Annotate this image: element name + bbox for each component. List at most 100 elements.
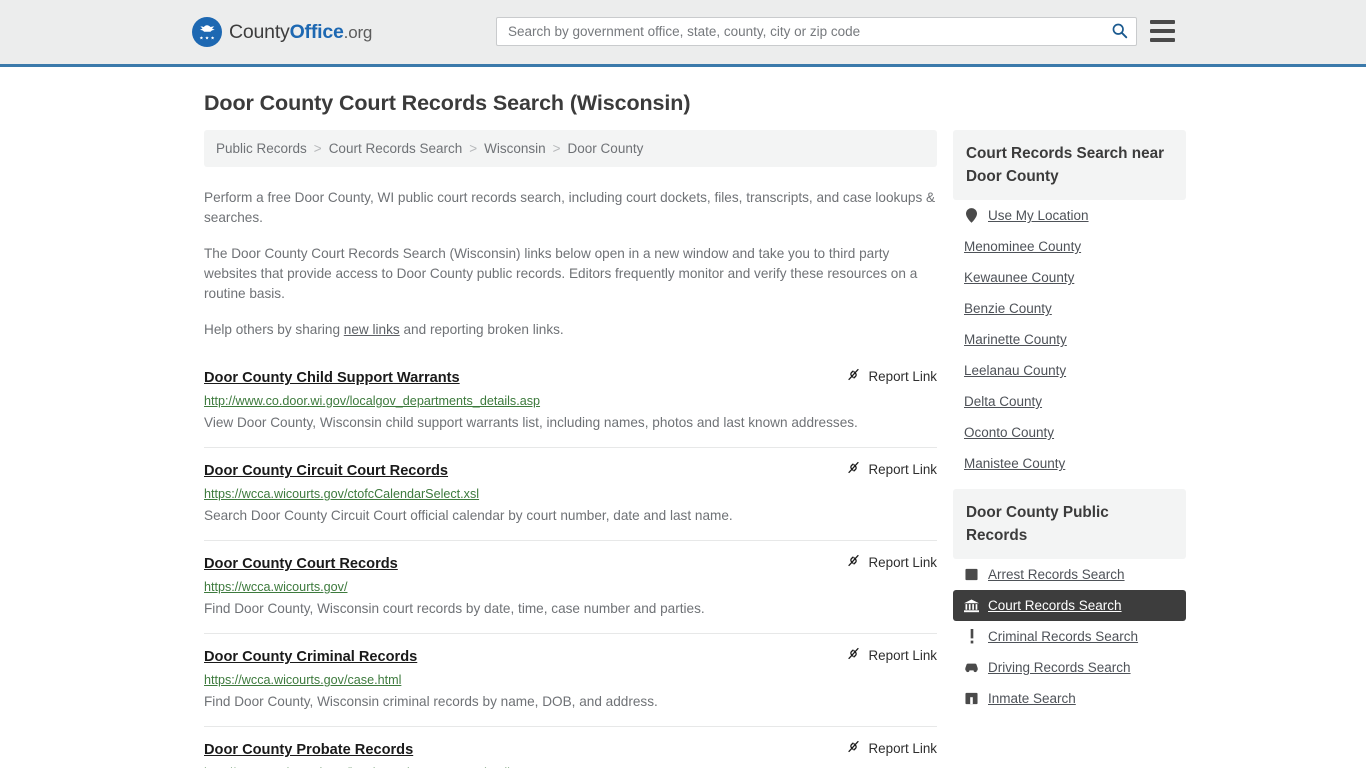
- new-links-link[interactable]: new links: [344, 322, 400, 337]
- result-header: Door County Criminal Records Report Link: [204, 646, 937, 666]
- brand-part-org: .org: [343, 22, 373, 42]
- result-url[interactable]: https://wcca.wicourts.gov/ctofcCalendarS…: [204, 487, 937, 501]
- sidebar-public-records-heading: Door County Public Records: [953, 489, 1186, 559]
- result-title-link[interactable]: Door County Criminal Records: [204, 649, 417, 665]
- sidebar-item-label: Driving Records Search: [988, 660, 1131, 675]
- sidebar-item-leelanau-county[interactable]: Leelanau County: [953, 355, 1186, 386]
- sidebar: Court Records Search near Door County Us…: [953, 130, 1186, 724]
- broken-link-icon: [846, 739, 861, 757]
- sidebar-item-label: Criminal Records Search: [988, 629, 1139, 644]
- broken-link-icon: [846, 460, 861, 478]
- sidebar-item-label: Oconto County: [964, 425, 1055, 440]
- sidebar-item-label: Menominee County: [964, 239, 1082, 254]
- sidebar-item-label: Kewaunee County: [964, 270, 1075, 285]
- result-title-link[interactable]: Door County Probate Records: [204, 742, 413, 758]
- sidebar-item-label: Leelanau County: [964, 363, 1067, 378]
- eagle-stars-logo-icon: [192, 17, 222, 47]
- sidebar-item-label: Marinette County: [964, 332, 1067, 347]
- sidebar-item-label: Arrest Records Search: [988, 567, 1125, 582]
- sidebar-item-label: Benzie County: [964, 301, 1052, 316]
- sidebar-item-use-my-location[interactable]: Use My Location: [953, 200, 1186, 231]
- report-link-button[interactable]: Report Link: [846, 739, 937, 757]
- sidebar-item-marinette-county[interactable]: Marinette County: [953, 324, 1186, 355]
- result-row: Door County Criminal Records Report Link…: [204, 633, 937, 726]
- intro-paragraph-2: The Door County Court Records Search (Wi…: [204, 246, 918, 301]
- sidebar-nearby-box: Court Records Search near Door County Us…: [953, 130, 1186, 479]
- hamburger-bar: [1150, 20, 1175, 24]
- result-url[interactable]: https://wcca.wicourts.gov/case.html: [204, 673, 937, 687]
- report-link-label: Report Link: [868, 740, 937, 756]
- sidebar-item-label: Delta County: [964, 394, 1043, 409]
- broken-link-icon: [846, 553, 861, 571]
- result-url[interactable]: https://wcca.wicourts.gov/: [204, 580, 937, 594]
- intro-text-after: and reporting broken links.: [399, 322, 564, 337]
- brand-part-county: County: [229, 20, 290, 43]
- report-link-button[interactable]: Report Link: [846, 553, 937, 571]
- report-link-label: Report Link: [868, 554, 937, 570]
- report-link-label: Report Link: [868, 461, 937, 477]
- report-link-button[interactable]: Report Link: [846, 460, 937, 478]
- site-logo-text: CountyOffice.org: [229, 21, 372, 44]
- sidebar-item-kewaunee-county[interactable]: Kewaunee County: [953, 262, 1186, 293]
- sidebar-public-records-box: Door County Public Records Arrest Record…: [953, 489, 1186, 714]
- result-row: Door County Court Records Report Link ht…: [204, 540, 937, 633]
- breadcrumb-item-door-county[interactable]: Door County: [568, 141, 644, 156]
- breadcrumb-separator: >: [552, 141, 561, 156]
- result-description: View Door County, Wisconsin child suppor…: [204, 415, 858, 430]
- site-header: CountyOffice.org: [0, 0, 1366, 67]
- search-button[interactable]: [1102, 18, 1136, 45]
- sidebar-item-manistee-county[interactable]: Manistee County: [953, 448, 1186, 479]
- sidebar-item-court-records-search[interactable]: Court Records Search: [953, 590, 1186, 621]
- sidebar-item-criminal-records-search[interactable]: Criminal Records Search: [953, 621, 1186, 652]
- result-header: Door County Child Support Warrants Repor…: [204, 367, 937, 387]
- main-content: Public Records > Court Records Search > …: [204, 130, 937, 768]
- sidebar-item-label: Inmate Search: [988, 691, 1076, 706]
- breadcrumb-item-court-records-search[interactable]: Court Records Search: [329, 141, 463, 156]
- sidebar-item-benzie-county[interactable]: Benzie County: [953, 293, 1186, 324]
- result-title-link[interactable]: Door County Circuit Court Records: [204, 463, 448, 479]
- map-pin-icon: [964, 208, 979, 223]
- result-row: Door County Circuit Court Records Report…: [204, 447, 937, 540]
- intro-text: Perform a free Door County, WI public co…: [204, 188, 937, 340]
- broken-link-icon: [846, 646, 861, 664]
- sidebar-item-menominee-county[interactable]: Menominee County: [953, 231, 1186, 262]
- sidebar-item-driving-records-search[interactable]: Driving Records Search: [953, 652, 1186, 683]
- hamburger-bar: [1150, 29, 1175, 33]
- sidebar-item-label: Court Records Search: [988, 598, 1122, 613]
- sidebar-nearby-heading: Court Records Search near Door County: [953, 130, 1186, 200]
- result-row: Door County Child Support Warrants Repor…: [204, 362, 937, 447]
- hamburger-menu-icon[interactable]: [1150, 20, 1175, 42]
- sidebar-public-records-list: Arrest Records Search Court Records Sear…: [953, 559, 1186, 714]
- breadcrumb-item-wisconsin[interactable]: Wisconsin: [484, 141, 546, 156]
- sidebar-item-label: Manistee County: [964, 456, 1066, 471]
- sidebar-item-arrest-records-search[interactable]: Arrest Records Search: [953, 559, 1186, 590]
- breadcrumb-item-public-records[interactable]: Public Records: [216, 141, 307, 156]
- exclamation-icon: [964, 629, 979, 644]
- page-body: Door County Court Records Search (Wiscon…: [0, 91, 1366, 768]
- results-list: Door County Child Support Warrants Repor…: [204, 362, 937, 768]
- site-logo-link[interactable]: CountyOffice.org: [192, 17, 372, 47]
- fingerprint-card-icon: [964, 567, 979, 582]
- result-header: Door County Circuit Court Records Report…: [204, 460, 937, 480]
- search-bar[interactable]: [496, 17, 1137, 46]
- sidebar-item-oconto-county[interactable]: Oconto County: [953, 417, 1186, 448]
- courthouse-icon: [964, 598, 979, 613]
- page-title: Door County Court Records Search (Wiscon…: [204, 91, 691, 115]
- report-link-button[interactable]: Report Link: [846, 646, 937, 664]
- result-title-link[interactable]: Door County Court Records: [204, 556, 398, 572]
- result-title-link[interactable]: Door County Child Support Warrants: [204, 370, 460, 386]
- brand-part-office: Office: [289, 20, 344, 43]
- result-description: Find Door County, Wisconsin criminal rec…: [204, 694, 658, 709]
- hamburger-bar: [1150, 38, 1175, 42]
- sidebar-item-inmate-search[interactable]: Inmate Search: [953, 683, 1186, 714]
- jail-building-icon: [964, 691, 979, 706]
- broken-link-icon: [846, 367, 861, 385]
- intro-text-before: Help others by sharing: [204, 322, 344, 337]
- report-link-label: Report Link: [868, 368, 937, 384]
- intro-paragraph-1: Perform a free Door County, WI public co…: [204, 190, 936, 225]
- report-link-button[interactable]: Report Link: [846, 367, 937, 385]
- result-url[interactable]: http://www.co.door.wi.gov/localgov_depar…: [204, 394, 937, 408]
- result-description: Search Door County Circuit Court officia…: [204, 508, 733, 523]
- sidebar-item-delta-county[interactable]: Delta County: [953, 386, 1186, 417]
- search-input[interactable]: [497, 18, 1102, 45]
